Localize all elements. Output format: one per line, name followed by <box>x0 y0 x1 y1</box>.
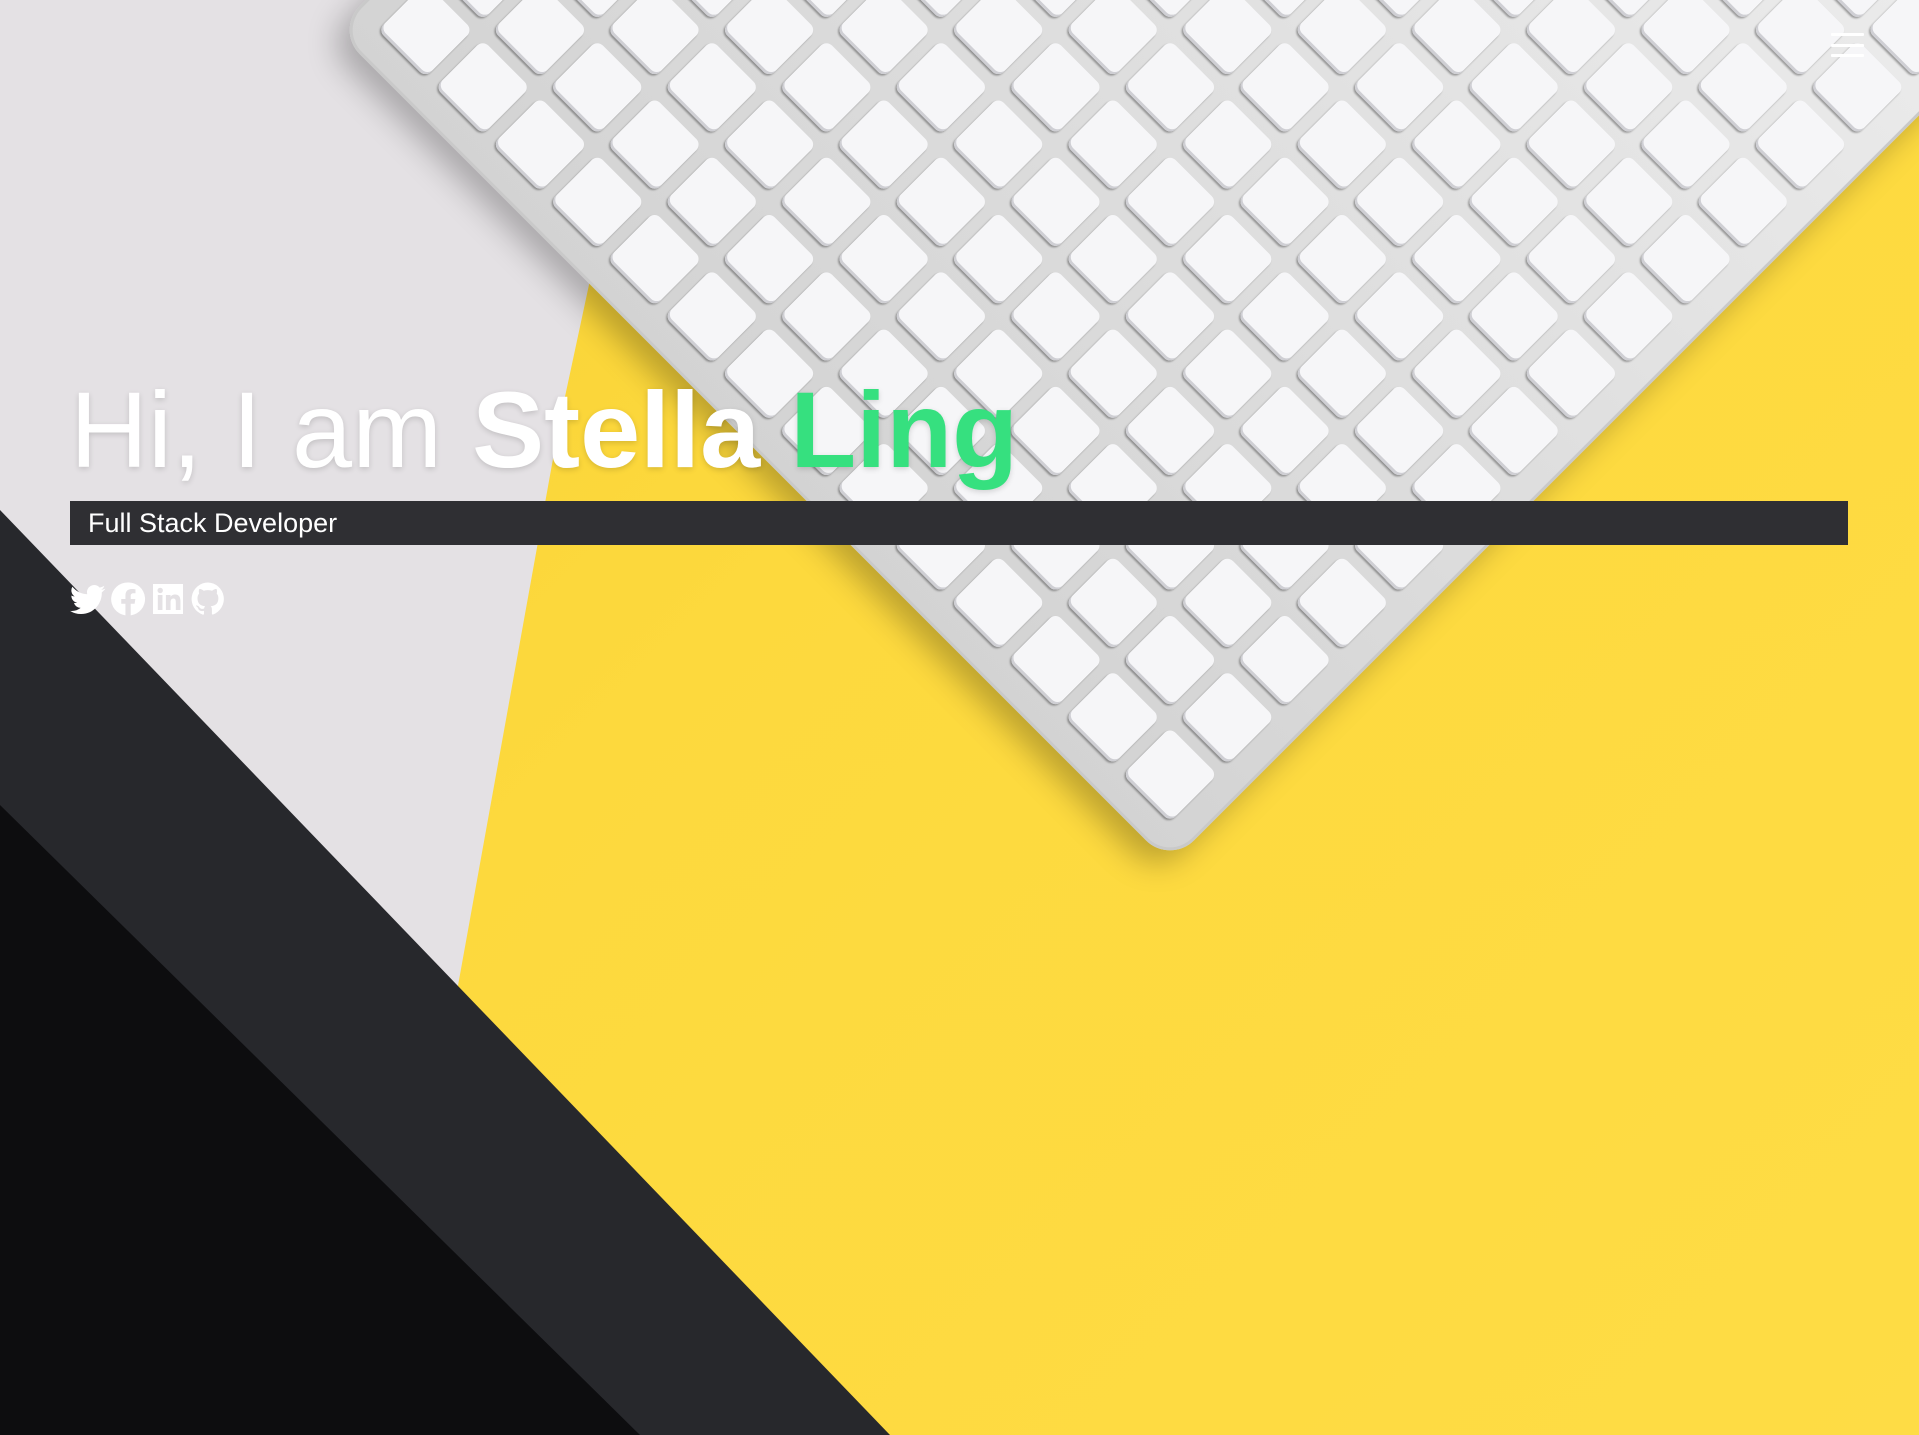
hero-title: Hi, I am Stella Ling <box>70 370 1850 490</box>
hero-last-name: Ling <box>790 369 1019 490</box>
twitter-icon <box>70 585 106 615</box>
hero-content: Hi, I am Stella Ling Full Stack Develope… <box>70 370 1850 617</box>
menu-bar <box>1831 43 1864 47</box>
menu-bar <box>1831 33 1864 36</box>
hero-greeting: Hi, I am <box>70 369 443 490</box>
facebook-link[interactable] <box>110 581 146 617</box>
hero-first-name: Stella <box>472 369 761 490</box>
hero-subtitle: Full Stack Developer <box>88 508 338 538</box>
linkedin-icon <box>153 584 183 614</box>
menu-bar <box>1831 54 1864 57</box>
github-link[interactable] <box>190 581 226 617</box>
twitter-link[interactable] <box>70 581 106 617</box>
github-icon <box>191 582 224 615</box>
subtitle-bar: Full Stack Developer <box>70 501 1848 545</box>
linkedin-link[interactable] <box>150 581 186 617</box>
facebook-icon <box>111 582 146 616</box>
hamburger-menu-icon[interactable] <box>1831 33 1864 57</box>
hero-section: Hi, I am Stella Ling Full Stack Develope… <box>0 0 1919 1435</box>
social-links <box>70 581 1850 617</box>
